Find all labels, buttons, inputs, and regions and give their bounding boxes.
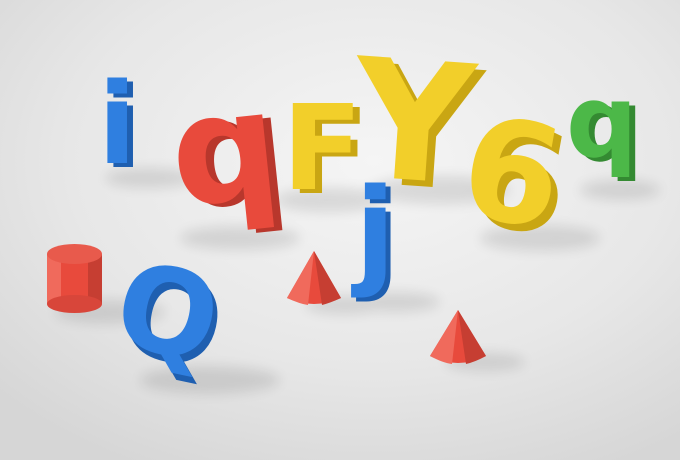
letter-i-blue: i i (98, 60, 142, 194)
letter-j-face: j (351, 162, 395, 300)
letter-q-face: q (162, 57, 287, 241)
letter-q-green: q q (566, 63, 644, 184)
letter-i-face: i (98, 60, 136, 190)
red-cylinder (47, 244, 102, 313)
letter-q-red: q q (162, 57, 295, 244)
rendered-3d-scene: i i q q F F Y Y 6 6 q q j j Q Q (0, 0, 680, 460)
letter-j-blue: j j (351, 162, 400, 304)
letter-q-green-face: q (566, 63, 638, 180)
